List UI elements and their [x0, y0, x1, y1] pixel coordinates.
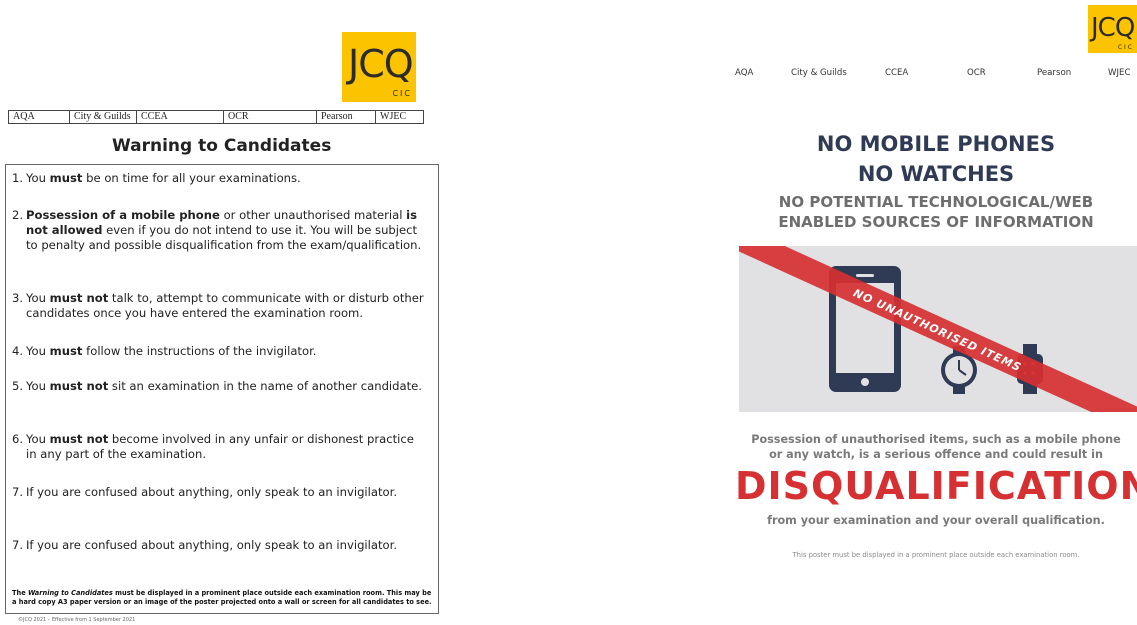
awarding-bodies-row: AQA City & Guilds CCEA OCR Pearson WJEC — [735, 68, 1135, 80]
display-note: This poster must be displayed in a promi… — [792, 551, 1080, 559]
subheadline-line2: ENABLED SOURCES OF INFORMATION — [778, 213, 1094, 231]
headline-no-watches: NO WATCHES — [857, 162, 1015, 186]
jcq-logo: JCQ CIC — [342, 32, 416, 102]
prohibition-stripe: NO UNAUTHORISED ITEMS — [739, 246, 1137, 412]
prohibition-banner: NO UNAUTHORISED ITEMS — [739, 246, 1137, 412]
board-ccea: CCEA — [885, 68, 909, 78]
board-city-guilds: City & Guilds — [791, 68, 847, 78]
rule-text: If you are confused about anything, only… — [26, 485, 398, 499]
rule-number: 3. — [12, 291, 24, 305]
warning-text: Possession of unauthorised items, such a… — [735, 432, 1137, 462]
copyright-text: ©JCQ 2021 – Effective from 1 September 2… — [18, 617, 136, 623]
awarding-bodies-row: AQA City & Guilds CCEA OCR Pearson WJEC — [8, 110, 424, 124]
board-pearson: Pearson — [1037, 68, 1072, 78]
rule-number: 7. — [12, 485, 24, 499]
board-wjec: WJEC — [1108, 68, 1131, 78]
rule-number: 2. — [12, 208, 24, 222]
banner-graphic: NO UNAUTHORISED ITEMS — [739, 246, 1137, 412]
board-ocr: OCR — [224, 111, 317, 123]
board-city-guilds: City & Guilds — [70, 111, 137, 123]
subheadline-line1: NO POTENTIAL TECHNOLOGICAL/WEB — [778, 193, 1094, 211]
rule-text: You must follow the instructions of the … — [26, 344, 317, 358]
rule-number: 4. — [12, 344, 24, 358]
logo-subtext: CIC — [1117, 44, 1134, 51]
warning-line3: from your examination and your overall q… — [767, 514, 1105, 527]
rule-text: You must not sit an examination in the n… — [26, 379, 422, 393]
board-aqa: AQA — [735, 68, 754, 78]
board-ccea: CCEA — [137, 111, 224, 123]
rule-number: 6. — [12, 432, 24, 446]
rule-text: You must not become involved in any unfa… — [26, 432, 414, 461]
rule-number: 7. — [12, 538, 24, 552]
disqualification-heading: DISQUALIFICATION — [735, 464, 1137, 508]
headline-no-phones: NO MOBILE PHONES — [816, 132, 1056, 156]
logo-subtext: CIC — [392, 89, 412, 98]
rule-text: If you are confused about anything, only… — [26, 538, 398, 552]
board-pearson: Pearson — [317, 111, 376, 123]
board-ocr: OCR — [967, 68, 986, 78]
rule-text: You must be on time for all your examina… — [26, 171, 301, 185]
logo-text: JCQ — [348, 42, 414, 86]
board-wjec: WJEC — [380, 111, 407, 122]
warning-line1: Possession of unauthorised items, such a… — [751, 433, 1121, 446]
display-footnote: The Warning to Candidates must be displa… — [12, 589, 432, 606]
rule-text: Possession of a mobile phone or other un… — [26, 208, 422, 252]
jcq-logo: JCQ CIC — [1088, 5, 1137, 53]
rule-number: 5. — [12, 379, 24, 393]
page-title: Warning to Candidates — [112, 136, 332, 156]
rules-box: 1. You must be on time for all your exam… — [5, 164, 439, 614]
rule-number: 1. — [12, 171, 24, 185]
logo-text: JCQ — [1091, 13, 1135, 43]
rule-text: You must not talk to, attempt to communi… — [26, 291, 424, 320]
warning-line2: or any watch, is a serious offence and c… — [769, 448, 1103, 461]
board-aqa: AQA — [9, 111, 70, 123]
